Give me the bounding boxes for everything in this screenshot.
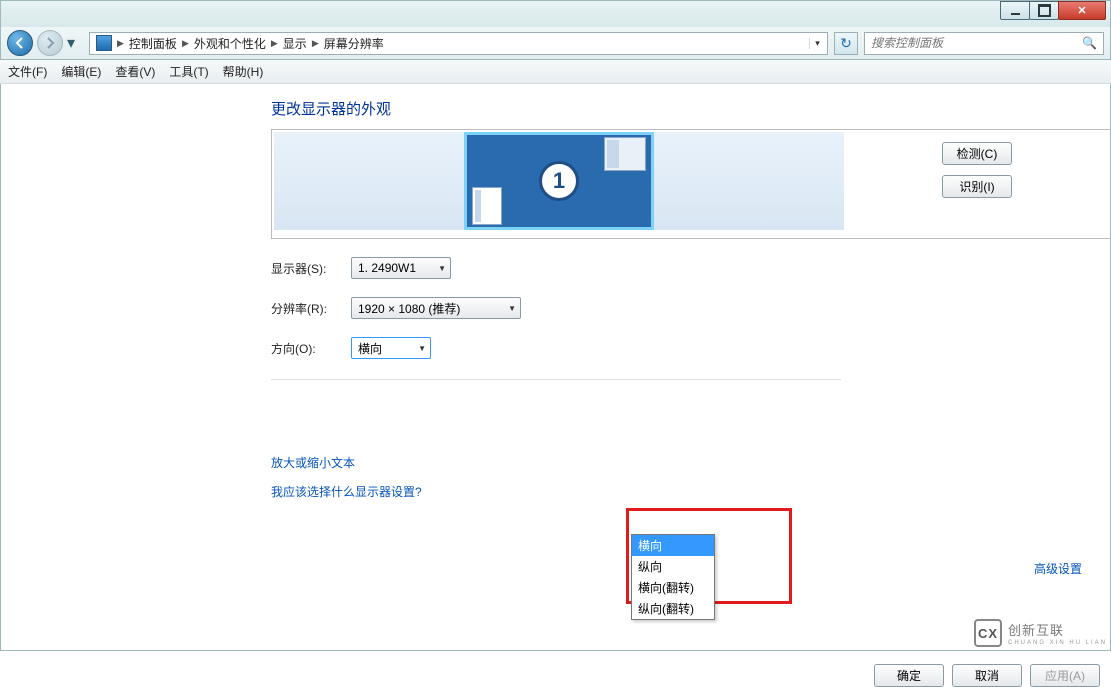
resolution-label: 分辨率(R): bbox=[271, 300, 351, 317]
menu-tools[interactable]: 工具(T) bbox=[169, 63, 208, 80]
window-thumb-icon bbox=[472, 187, 502, 225]
page-title: 更改显示器的外观 bbox=[271, 98, 1111, 119]
search-input[interactable] bbox=[871, 36, 1082, 50]
monitor-side-buttons: 检测(C) 识别(I) bbox=[844, 132, 1024, 236]
orientation-option-landscape[interactable]: 横向 bbox=[632, 535, 714, 556]
menu-file[interactable]: 文件(F) bbox=[8, 63, 47, 80]
detect-button[interactable]: 检测(C) bbox=[942, 142, 1012, 165]
watermark-logo-icon: CX bbox=[974, 619, 1002, 647]
which-settings-link[interactable]: 我应该选择什么显示器设置? bbox=[271, 483, 1111, 500]
orientation-row: 方向(O): 横向 bbox=[271, 337, 1111, 359]
arrow-right-icon bbox=[43, 36, 57, 50]
monitor-1-preview[interactable]: 1 bbox=[464, 132, 654, 230]
maximize-button[interactable] bbox=[1029, 1, 1059, 20]
menu-view[interactable]: 查看(V) bbox=[115, 63, 155, 80]
orientation-dropdown-list[interactable]: 横向 纵向 横向(翻转) 纵向(翻转) bbox=[631, 534, 715, 620]
orientation-option-landscape-flipped[interactable]: 横向(翻转) bbox=[632, 577, 714, 598]
window-thumb-icon bbox=[604, 137, 646, 171]
display-label: 显示器(S): bbox=[271, 260, 351, 277]
ok-button[interactable]: 确定 bbox=[874, 664, 944, 687]
back-button[interactable] bbox=[7, 30, 33, 56]
chevron-right-icon: ▶ bbox=[271, 38, 278, 49]
resolution-select[interactable]: 1920 × 1080 (推荐) bbox=[351, 297, 521, 319]
breadcrumb-appearance[interactable]: 外观和个性化 bbox=[190, 33, 270, 54]
breadcrumb-resolution[interactable]: 屏幕分辨率 bbox=[320, 33, 388, 54]
orientation-select[interactable]: 横向 bbox=[351, 337, 431, 359]
help-links: 放大或缩小文本 我应该选择什么显示器设置? bbox=[271, 454, 1111, 500]
watermark: CX 创新互联 CHUANG XIN HU LIAN bbox=[974, 619, 1107, 647]
arrow-left-icon bbox=[13, 36, 27, 50]
display-row: 显示器(S): 1. 2490W1 bbox=[271, 257, 1111, 279]
content-area: 更改显示器的外观 1 检测(C) 识别(I) 显示器(S): 1. 2490W1… bbox=[0, 84, 1111, 651]
refresh-button[interactable]: ↻ bbox=[834, 32, 858, 55]
close-button[interactable] bbox=[1058, 1, 1106, 20]
watermark-sub: CHUANG XIN HU LIAN bbox=[1008, 639, 1107, 647]
breadcrumb-display[interactable]: 显示 bbox=[279, 33, 311, 54]
forward-button[interactable] bbox=[37, 30, 63, 56]
menu-bar: 文件(F) 编辑(E) 查看(V) 工具(T) 帮助(H) bbox=[0, 60, 1111, 84]
monitor-preview-area[interactable]: 1 bbox=[274, 132, 844, 230]
orientation-option-portrait[interactable]: 纵向 bbox=[632, 556, 714, 577]
chevron-right-icon: ▶ bbox=[182, 38, 189, 49]
address-dropdown[interactable]: ▾ bbox=[809, 38, 825, 49]
footer-buttons: 确定 取消 应用(A) bbox=[874, 664, 1100, 687]
window-titlebar bbox=[0, 0, 1111, 27]
display-select[interactable]: 1. 2490W1 bbox=[351, 257, 451, 279]
resize-text-link[interactable]: 放大或缩小文本 bbox=[271, 454, 1111, 471]
orientation-option-portrait-flipped[interactable]: 纵向(翻转) bbox=[632, 598, 714, 619]
control-panel-icon bbox=[96, 35, 112, 51]
menu-edit[interactable]: 编辑(E) bbox=[61, 63, 101, 80]
display-value: 1. 2490W1 bbox=[358, 261, 416, 275]
chevron-right-icon: ▶ bbox=[117, 38, 124, 49]
orientation-value: 横向 bbox=[358, 340, 382, 357]
resolution-value: 1920 × 1080 (推荐) bbox=[358, 300, 460, 317]
menu-help[interactable]: 帮助(H) bbox=[223, 63, 264, 80]
navigation-bar: ▾ ▶ 控制面板 ▶ 外观和个性化 ▶ 显示 ▶ 屏幕分辨率 ▾ ↻ 🔍 bbox=[0, 27, 1111, 60]
monitor-preview-frame: 1 检测(C) 识别(I) bbox=[271, 129, 1111, 239]
search-box[interactable]: 🔍 bbox=[864, 32, 1104, 55]
breadcrumb-control-panel[interactable]: 控制面板 bbox=[125, 33, 181, 54]
watermark-brand: 创新互联 bbox=[1008, 623, 1064, 638]
search-icon: 🔍 bbox=[1082, 36, 1097, 50]
cancel-button[interactable]: 取消 bbox=[952, 664, 1022, 687]
separator bbox=[271, 379, 841, 380]
identify-button[interactable]: 识别(I) bbox=[942, 175, 1012, 198]
resolution-row: 分辨率(R): 1920 × 1080 (推荐) bbox=[271, 297, 1111, 319]
monitor-number-badge: 1 bbox=[539, 161, 579, 201]
apply-button[interactable]: 应用(A) bbox=[1030, 664, 1100, 687]
history-dropdown[interactable]: ▾ bbox=[67, 32, 81, 54]
minimize-button[interactable] bbox=[1000, 1, 1030, 20]
address-bar[interactable]: ▶ 控制面板 ▶ 外观和个性化 ▶ 显示 ▶ 屏幕分辨率 ▾ bbox=[89, 32, 828, 55]
orientation-label: 方向(O): bbox=[271, 340, 351, 357]
chevron-right-icon: ▶ bbox=[312, 38, 319, 49]
advanced-settings-link[interactable]: 高级设置 bbox=[1034, 560, 1082, 577]
